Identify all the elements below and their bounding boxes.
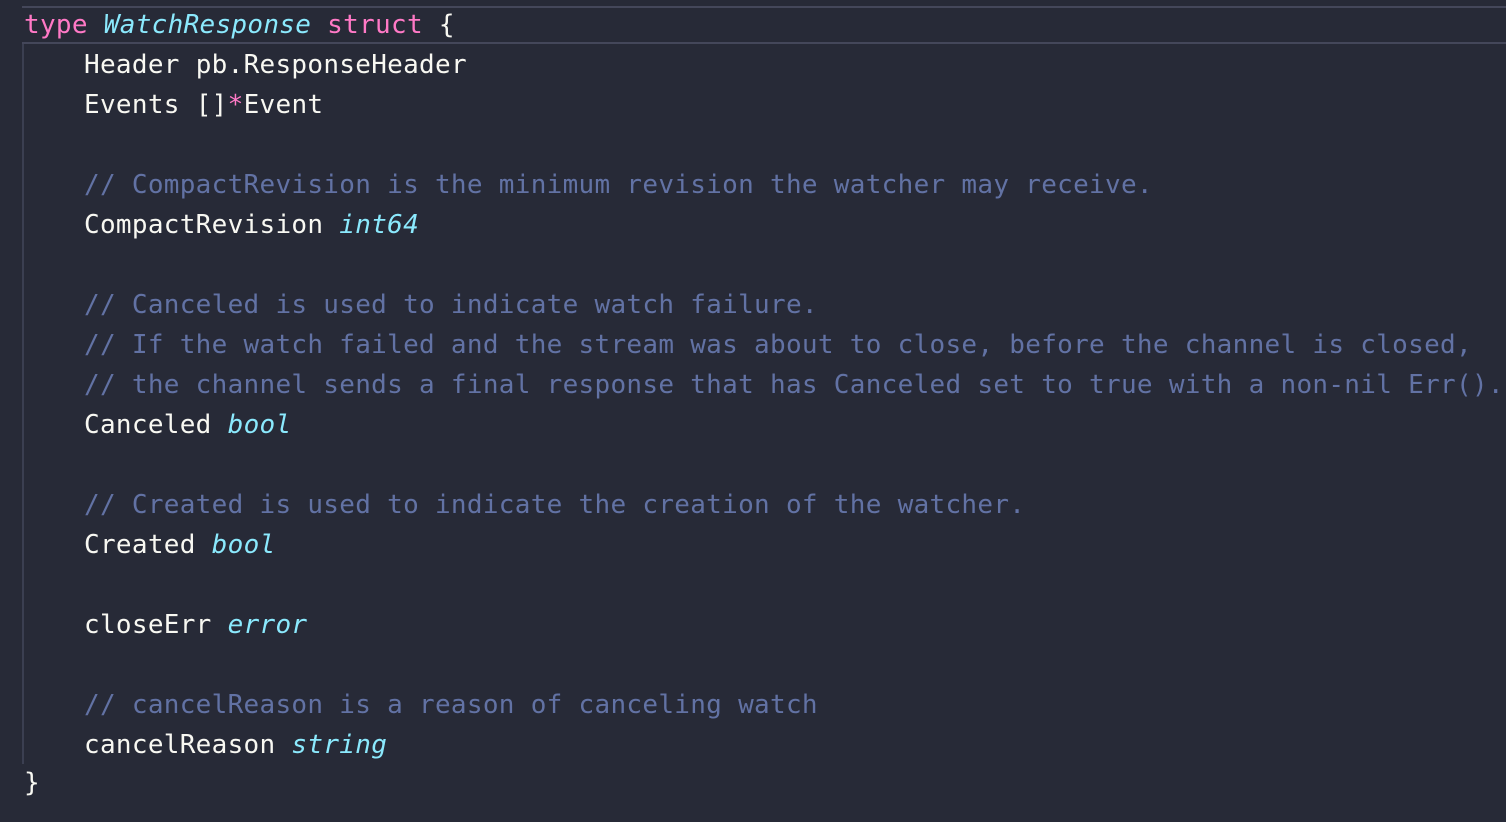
field-type: error	[227, 610, 308, 640]
code-line-3[interactable]: Events []*Event	[24, 85, 323, 125]
code-line-18[interactable]: // cancelReason is a reason of canceling…	[24, 685, 818, 725]
code-line-6[interactable]: CompactRevision int64	[24, 205, 419, 245]
keyword-struct: struct	[327, 10, 423, 40]
code-line-19[interactable]: cancelReason string	[24, 725, 387, 765]
field-type: bool	[211, 530, 276, 560]
field-type: string	[291, 730, 388, 760]
code-line-11[interactable]: Canceled bool	[24, 405, 291, 445]
field-type: Event	[243, 90, 324, 120]
code-line-14[interactable]: Created bool	[24, 525, 275, 565]
field-name: Events	[84, 90, 180, 120]
code-line-1[interactable]: type WatchResponse struct {	[24, 5, 455, 45]
field-name: Created	[84, 530, 196, 560]
slice-brackets: []	[195, 90, 228, 120]
open-brace: {	[438, 10, 455, 40]
code-line-8[interactable]: // Canceled is used to indicate watch fa…	[24, 285, 818, 325]
field-name: Canceled	[84, 410, 212, 440]
field-type: int64	[339, 210, 420, 240]
close-brace: }	[24, 768, 40, 798]
field-name: CompactRevision	[84, 210, 324, 240]
field-name: Header	[84, 50, 180, 80]
code-line-13[interactable]: // Created is used to indicate the creat…	[24, 485, 1025, 525]
field-type: bool	[227, 410, 292, 440]
field-name: closeErr	[84, 610, 212, 640]
code-line-2[interactable]: Header pb.ResponseHeader	[24, 45, 467, 85]
pointer-operator: *	[227, 90, 244, 120]
code-line-5[interactable]: // CompactRevision is the minimum revisi…	[24, 165, 1153, 205]
struct-name: WatchResponse	[103, 10, 312, 40]
code-editor[interactable]: type WatchResponse struct { Header pb.Re…	[0, 0, 1506, 822]
keyword-type: type	[24, 10, 88, 40]
field-type: pb.ResponseHeader	[195, 50, 467, 80]
code-line-16[interactable]: closeErr error	[24, 605, 307, 645]
code-line-10[interactable]: // the channel sends a final response th…	[24, 365, 1504, 405]
code-line-20[interactable]: }	[24, 763, 40, 803]
field-name: cancelReason	[84, 730, 276, 760]
code-line-9[interactable]: // If the watch failed and the stream wa…	[24, 325, 1472, 365]
